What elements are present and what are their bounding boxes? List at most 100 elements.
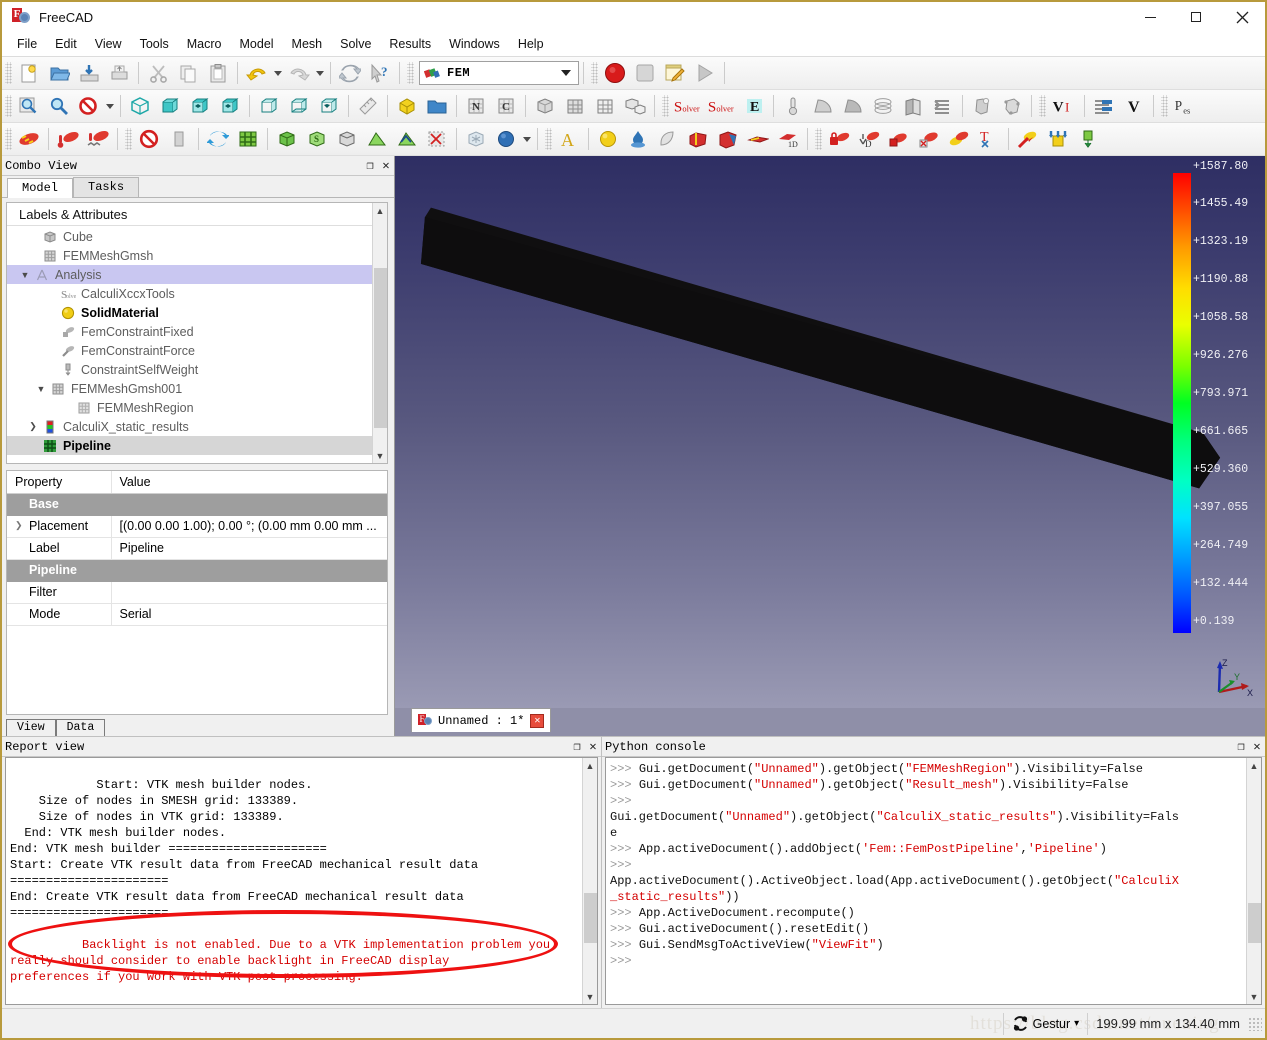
mesh-region-green-icon[interactable] (332, 125, 362, 154)
scroll-up-icon[interactable]: ▲ (373, 203, 388, 218)
mesh-face-icon[interactable] (362, 125, 392, 154)
tree-item-cube[interactable]: Cube (7, 227, 372, 246)
minimize-button[interactable] (1127, 2, 1173, 32)
menu-model[interactable]: Model (231, 34, 283, 54)
solid-section-icon[interactable] (713, 125, 743, 154)
maximize-button[interactable] (1173, 2, 1219, 32)
toolbar-grip[interactable] (5, 128, 12, 150)
constraint-plane-icon[interactable] (898, 92, 928, 121)
close-icon[interactable]: ✕ (1249, 739, 1265, 754)
mesh-region-icon[interactable] (590, 92, 620, 121)
tree-item-calculix-static-results[interactable]: ❯ CalculiX_static_results (7, 417, 372, 436)
expander-icon[interactable]: ▼ (33, 384, 49, 394)
property-row-mode[interactable]: Mode Serial (7, 603, 387, 626)
isometric-view-icon[interactable] (125, 92, 155, 121)
menu-macro[interactable]: Macro (178, 34, 231, 54)
constraint-tie-icon[interactable] (914, 125, 944, 154)
menu-tools[interactable]: Tools (131, 34, 178, 54)
menu-help[interactable]: Help (509, 34, 553, 54)
tree-item-femconstraintfixed[interactable]: FemConstraintFixed (7, 322, 372, 341)
workbench-selector[interactable]: FEM (419, 61, 579, 85)
constraint-pressure-icon[interactable] (1043, 125, 1073, 154)
rear-view-icon[interactable] (254, 92, 284, 121)
material-solid-icon[interactable] (14, 125, 44, 154)
macro-edit-icon[interactable] (660, 59, 690, 88)
solver-ccx-icon[interactable]: Solver (671, 92, 705, 121)
property-row-filter[interactable]: Filter (7, 581, 387, 604)
resize-grip[interactable] (1248, 1016, 1262, 1031)
scroll-down-icon[interactable]: ▼ (373, 448, 388, 463)
menu-solve[interactable]: Solve (331, 34, 380, 54)
material-dropdown-caret-icon[interactable] (521, 125, 533, 154)
mesh-grid-icon[interactable] (560, 92, 590, 121)
material-sphere-yellow-icon[interactable] (593, 125, 623, 154)
post-pipeline-icon[interactable]: V (1119, 92, 1149, 121)
front-view-icon[interactable] (155, 92, 185, 121)
scroll-down-icon[interactable]: ▼ (1247, 989, 1262, 1004)
top-view-icon[interactable] (185, 92, 215, 121)
right-view-icon[interactable] (215, 92, 245, 121)
close-button[interactable] (1219, 2, 1265, 32)
constraint-transform-red-icon[interactable]: T (974, 125, 1004, 154)
redo-dropdown-caret-icon[interactable] (314, 59, 326, 88)
whats-this-icon[interactable]: ? (365, 59, 395, 88)
expander-icon[interactable]: ❯ (15, 520, 23, 531)
menu-mesh[interactable]: Mesh (283, 34, 332, 54)
tree-item-analysis[interactable]: ▼ Analysis (7, 265, 372, 284)
fit-selection-icon[interactable] (44, 92, 74, 121)
tree-item-femmeshregion[interactable]: FEMMeshRegion (7, 398, 372, 417)
toolbar-grip[interactable] (662, 95, 669, 117)
menu-results[interactable]: Results (380, 34, 440, 54)
refresh-icon[interactable] (335, 59, 365, 88)
tree-item-femconstraintforce[interactable]: FemConstraintForce (7, 341, 372, 360)
menu-view[interactable]: View (86, 34, 131, 54)
constraint-fixed-icon[interactable] (824, 125, 854, 154)
mesh-net-icon[interactable] (392, 125, 422, 154)
python-scrollbar[interactable]: ▲ ▼ (1246, 758, 1261, 1004)
open-folder-icon[interactable] (44, 59, 74, 88)
3d-viewport[interactable]: +1587.80 +1455.49 +1323.19 +1190.88 +105… (395, 156, 1265, 708)
measure-icon[interactable] (353, 92, 383, 121)
mesh-refresh-icon[interactable] (203, 125, 233, 154)
result-filter-icon[interactable] (1089, 92, 1119, 121)
float-icon[interactable]: ❐ (569, 739, 585, 754)
constraint-selfweight-icon[interactable] (1073, 125, 1103, 154)
toolbar-grip[interactable] (5, 62, 12, 84)
copy-icon[interactable] (173, 59, 203, 88)
tab-view[interactable]: View (6, 719, 56, 736)
navigation-mode-selector[interactable]: Gestur ▾ (1002, 1012, 1088, 1035)
mesh-boundary-icon[interactable] (272, 125, 302, 154)
solid-box-icon[interactable] (683, 125, 713, 154)
toolbar-grip[interactable] (5, 95, 12, 117)
solver-z88-icon[interactable]: Solver (705, 92, 739, 121)
expander-icon[interactable]: ▼ (17, 270, 33, 280)
material-thermal-icon[interactable] (53, 125, 83, 154)
cut-scissors-icon[interactable] (143, 59, 173, 88)
menu-edit[interactable]: Edit (46, 34, 86, 54)
constraint-layers-icon[interactable] (868, 92, 898, 121)
chevron-down-icon[interactable] (561, 70, 571, 76)
report-view-text[interactable]: Start: VTK mesh builder nodes. Size of n… (6, 758, 582, 1004)
property-value[interactable]: Serial (111, 603, 387, 626)
model-tree[interactable]: Labels & Attributes Cube FEMMeshGmsh ▼ A… (7, 203, 372, 463)
text-annotation-icon[interactable]: A (554, 125, 584, 154)
mesh-clear-icon[interactable] (422, 125, 452, 154)
constraint-contact-icon[interactable] (838, 92, 868, 121)
new-document-icon[interactable] (14, 59, 44, 88)
document-tab-unnamed[interactable]: F Unnamed : 1* ✕ (411, 708, 552, 732)
left-view-icon[interactable] (314, 92, 344, 121)
undo-dropdown-caret-icon[interactable] (272, 59, 284, 88)
tree-item-femmeshgmsh001[interactable]: ▼ FEMMeshGmsh001 (7, 379, 372, 398)
tree-item-solidmaterial[interactable]: SolidMaterial (7, 303, 372, 322)
property-value[interactable] (111, 581, 387, 604)
tree-item-calculixccxtools[interactable]: Solver CalculiXccxTools (7, 284, 372, 303)
element-none-icon[interactable] (134, 125, 164, 154)
close-icon[interactable]: ✕ (378, 158, 394, 173)
constraint-spring-red-icon[interactable] (944, 125, 974, 154)
constraint-contact-red-icon[interactable] (884, 125, 914, 154)
menu-file[interactable]: File (8, 34, 46, 54)
fluid-icon[interactable] (623, 125, 653, 154)
constraint-section-icon[interactable] (928, 92, 958, 121)
solver-elmer-icon[interactable]: E (739, 92, 769, 121)
float-icon[interactable]: ❐ (362, 158, 378, 173)
